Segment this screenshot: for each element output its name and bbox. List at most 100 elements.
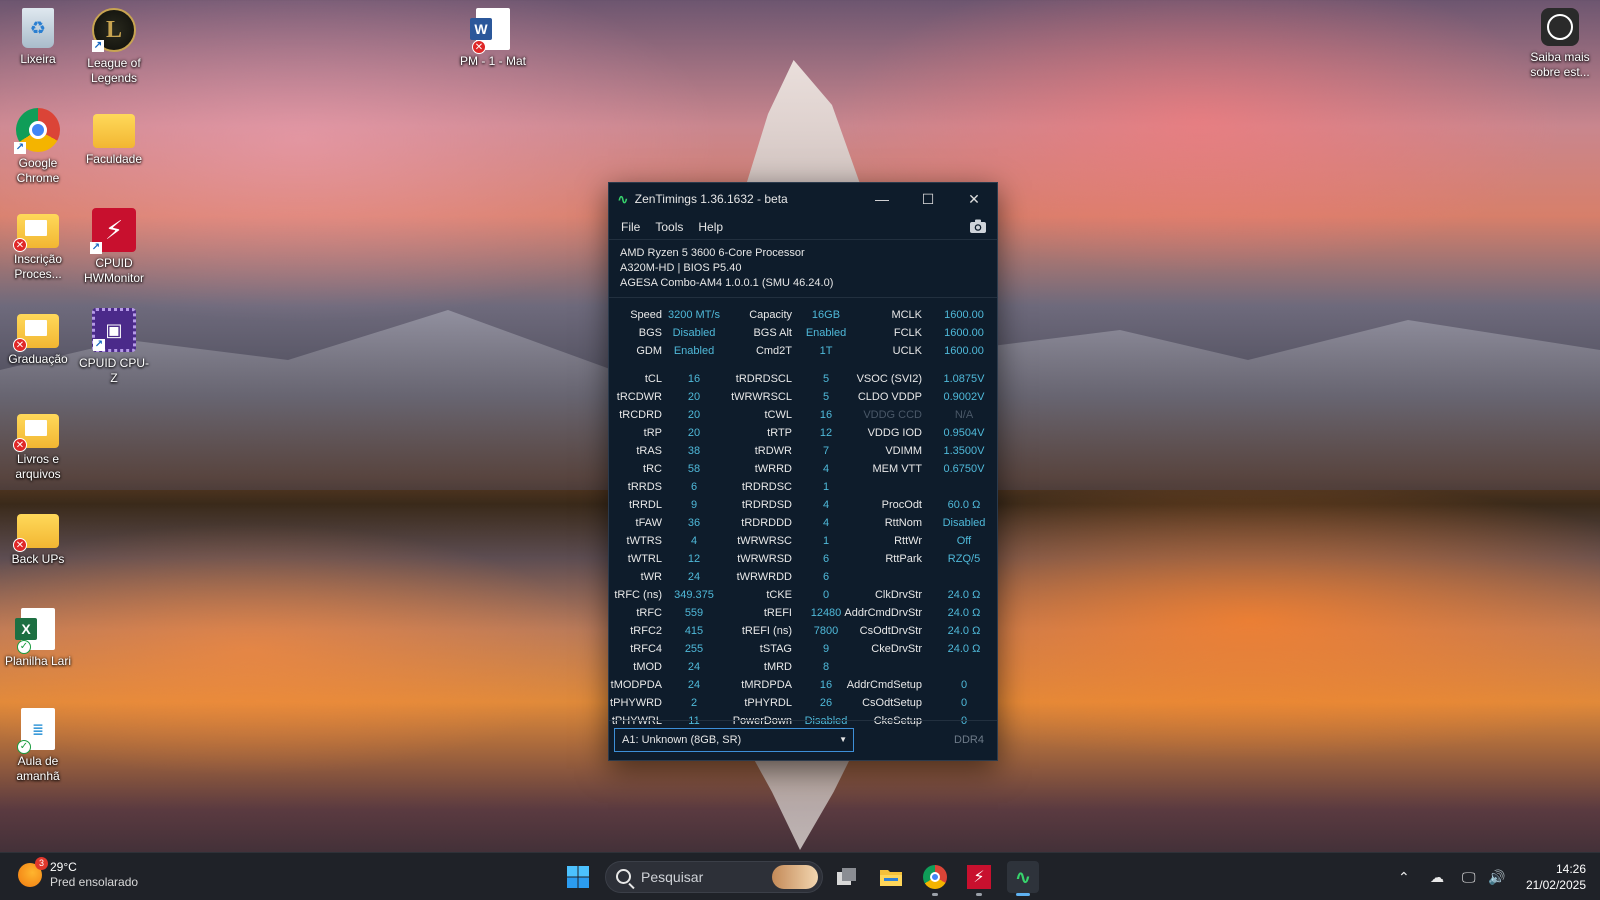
- tray-overflow-button[interactable]: ⌃: [1398, 853, 1410, 900]
- timing-value: 1.3500V: [943, 445, 985, 457]
- tray-onedrive[interactable]: ☁: [1430, 853, 1444, 900]
- desktop-icon-google-chrome[interactable]: ↗ Google Chrome: [0, 100, 76, 186]
- timing-label: tWTRL: [627, 553, 662, 565]
- desktop-icon-inscricao[interactable]: ✕ Inscrição Proces...: [0, 200, 76, 282]
- timing-label: ClkDrvStr: [874, 589, 922, 601]
- timing-label: BGS: [638, 327, 662, 339]
- timing-label: BGS Alt: [753, 327, 792, 339]
- timing-value: RZQ/5: [947, 553, 981, 565]
- task-view-button[interactable]: [831, 861, 863, 893]
- menu-help[interactable]: Help: [698, 220, 723, 234]
- tray-volume[interactable]: 🔊: [1488, 853, 1505, 900]
- timing-label: AddrCmdDrvStr: [844, 607, 922, 619]
- desktop-icon-cpuid-cpuz[interactable]: ▣ ↗ CPUID CPU-Z: [76, 300, 152, 386]
- desktop-icon-word-doc[interactable]: W ✕ PM - 1 - Mat: [455, 0, 531, 69]
- recycle-bin-icon: ♻: [22, 8, 54, 48]
- timing-label: tRAS: [636, 445, 662, 457]
- sync-error-icon: ✕: [13, 538, 27, 552]
- desktop-icon-label: Planilha Lari: [4, 654, 72, 668]
- desktop-icon-graduacao[interactable]: ✕ Graduação: [0, 300, 76, 367]
- close-button[interactable]: ✕: [951, 183, 997, 215]
- timing-value: Off: [956, 535, 972, 547]
- timing-label: Speed: [630, 309, 662, 321]
- timing-label: AddrCmdSetup: [846, 679, 922, 691]
- taskbar-clock[interactable]: 14:26 21/02/2025: [1526, 861, 1586, 893]
- timing-label: RttWr: [894, 535, 922, 547]
- tray-network[interactable]: 🖵: [1462, 853, 1476, 900]
- desktop-icon-livros[interactable]: ✕ Livros e arquivos: [0, 400, 76, 482]
- timing-value: 24.0 Ω: [947, 643, 981, 655]
- desktop-icon-label: League of Legends: [87, 56, 141, 85]
- timing-value: 9: [690, 499, 698, 511]
- timing-value: 20: [687, 409, 701, 421]
- desktop-icon-planilha[interactable]: X ✓ Planilha Lari: [0, 600, 76, 669]
- zentimings-window: ∿ ZenTimings 1.36.1632 - beta — ☐ ✕ File…: [608, 182, 998, 761]
- timing-label: tMOD: [633, 661, 662, 673]
- hwmonitor-icon: ⚡: [967, 865, 991, 889]
- start-button[interactable]: [562, 861, 594, 893]
- timing-label: tRDRDSD: [741, 499, 792, 511]
- taskbar-file-explorer[interactable]: [875, 861, 907, 893]
- desktop-icon-learn-more[interactable]: Saiba mais sobre est...: [1520, 0, 1600, 80]
- desktop-icon-cpuid-hwmonitor[interactable]: ⚡ ↗ CPUID HWMonitor: [76, 200, 152, 286]
- timing-label: tRDRDDD: [741, 517, 792, 529]
- desktop-icon-aula[interactable]: ≣ ✓ Aula de amanhã: [0, 700, 76, 784]
- timing-value: 4: [822, 463, 830, 475]
- windows-logo-icon: [567, 866, 589, 888]
- menu-tools[interactable]: Tools: [655, 220, 683, 234]
- sync-error-icon: ✕: [472, 40, 486, 54]
- timing-value: Disabled: [942, 517, 986, 529]
- screenshot-camera-icon[interactable]: [969, 218, 987, 234]
- taskbar-hwmonitor[interactable]: ⚡: [963, 861, 995, 896]
- timing-label: tRFC4: [630, 643, 662, 655]
- desktop-icon-faculdade[interactable]: Faculdade: [76, 100, 152, 167]
- weather-widget[interactable]: 3 29°C Pred ensolarado: [18, 857, 139, 890]
- timing-label: tRFC: [636, 607, 662, 619]
- zentimings-logo-icon: ∿: [617, 190, 629, 207]
- maximize-button[interactable]: ☐: [905, 183, 951, 215]
- minimize-button[interactable]: —: [859, 183, 905, 215]
- desktop-icon-label: Google Chrome: [16, 156, 60, 185]
- timing-label: tRP: [643, 427, 662, 439]
- desktop-icon-recycle-bin[interactable]: ♻ Lixeira: [0, 0, 76, 67]
- timing-label: tWRWRDD: [736, 571, 792, 583]
- dimm-select-value: A1: Unknown (8GB, SR): [622, 734, 742, 746]
- weather-desc: Pred ensolarado: [50, 875, 139, 889]
- title-bar[interactable]: ∿ ZenTimings 1.36.1632 - beta — ☐ ✕: [609, 183, 997, 215]
- desktop-icon-back-ups[interactable]: ✕ Back UPs: [0, 500, 76, 567]
- chrome-icon: ↗: [14, 108, 60, 154]
- shortcut-arrow-icon: ↗: [90, 242, 102, 254]
- shortcut-arrow-icon: ↗: [93, 339, 105, 351]
- menu-file[interactable]: File: [621, 220, 640, 234]
- timing-value: N/A: [954, 409, 974, 421]
- taskbar: 3 29°C Pred ensolarado Pesquisar ⚡ ∿ ⌃ ☁…: [0, 852, 1600, 900]
- sync-error-icon: ✕: [13, 238, 27, 252]
- timing-value: 20: [687, 391, 701, 403]
- timings-grid: Speed 3200 MT/s BGS Disabled GDM Enabled tCL 16…: [609, 298, 997, 738]
- timing-label: UCLK: [892, 345, 922, 357]
- timing-label: tRCDWR: [616, 391, 662, 403]
- timing-label: CsOdtDrvStr: [859, 625, 922, 637]
- folder-icon: ✕: [13, 414, 59, 452]
- sync-error-icon: ✕: [13, 438, 27, 452]
- clock-time: 14:26: [1555, 862, 1586, 876]
- timing-label: Cmd2T: [755, 345, 792, 357]
- timing-label: tSTAG: [759, 643, 792, 655]
- taskbar-zentimings[interactable]: ∿: [1007, 861, 1039, 896]
- desktop-icon-league-of-legends[interactable]: L ↗ League of Legends: [76, 0, 152, 86]
- dimm-select[interactable]: A1: Unknown (8GB, SR) ▼: [614, 728, 854, 752]
- search-highlight-image: [772, 865, 818, 889]
- timing-value: Enabled: [805, 327, 847, 339]
- timing-label: tCKE: [766, 589, 792, 601]
- taskbar-search[interactable]: Pesquisar: [605, 861, 823, 893]
- timing-label: tRRDS: [627, 481, 662, 493]
- shortcut-arrow-icon: ↗: [14, 142, 26, 154]
- word-document-icon: W ✕: [470, 8, 510, 54]
- hwmonitor-icon: ⚡ ↗: [90, 208, 136, 254]
- taskbar-chrome[interactable]: [919, 861, 951, 896]
- timing-label: tPHYWRD: [610, 697, 662, 709]
- excel-document-icon: X ✓: [15, 608, 55, 654]
- timing-value: 0: [822, 589, 830, 601]
- timing-label: RttPark: [885, 553, 922, 565]
- timing-label: CLDO VDDP: [857, 391, 922, 403]
